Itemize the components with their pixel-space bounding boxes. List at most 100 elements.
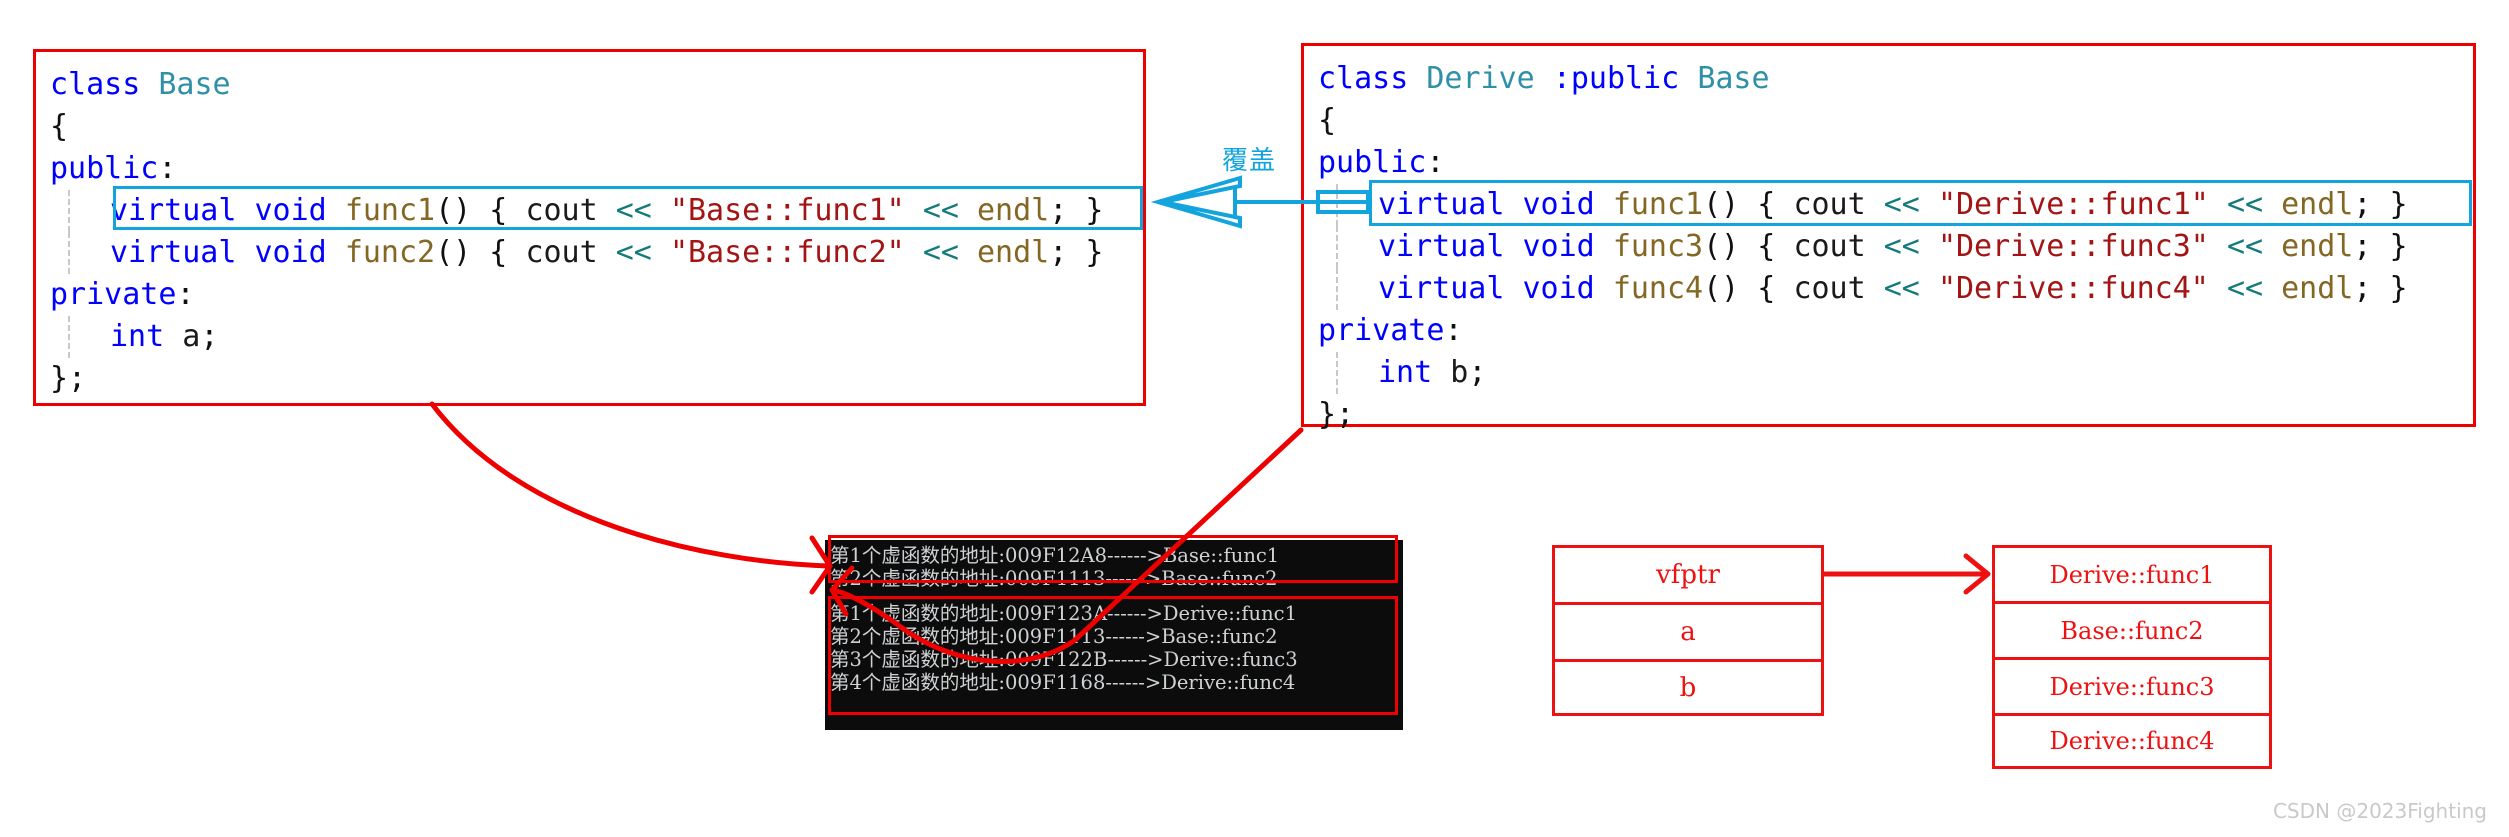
code-token-punc [1866, 187, 1884, 222]
object-layout-cell: vfptr [1552, 545, 1824, 602]
vtable-cell: Derive::func3 [1992, 657, 2272, 713]
code-token-punc: { [1318, 103, 1337, 138]
derive-class-code-body: class Derive :public Base{public: virtual… [1304, 46, 2473, 436]
code-token-punc [1866, 229, 1884, 264]
code-token-id: cout [1793, 271, 1866, 306]
base-line-l1: class Base [50, 64, 1143, 106]
code-token-kw: :public [1552, 61, 1680, 96]
base-line-l7: int a; [50, 316, 1143, 358]
indent-guide [1336, 226, 1338, 268]
code-token-kw: virtual [1378, 187, 1505, 222]
derive-line-r4: virtual void func1() { cout << "Derive::… [1318, 184, 2473, 226]
code-token-punc: ; } [2353, 229, 2408, 264]
vfptr-to-vtable-arrowhead [1963, 553, 1991, 595]
vtable-cell: Base::func2 [1992, 601, 2272, 657]
code-token-punc: () { [435, 235, 526, 270]
code-token-punc [1408, 61, 1426, 96]
base-class-code-panel: class Base{public: virtual void func1() {… [33, 49, 1146, 406]
console-output-window: 第1个虚函数的地址:009F12A8------>Base::func1 第2个虚… [825, 540, 1403, 730]
code-token-endl: endl [2281, 229, 2354, 264]
code-token-punc [652, 235, 670, 270]
indent-guide [68, 190, 70, 232]
code-token-punc [652, 193, 670, 228]
code-token-op: << [1883, 271, 1920, 306]
indent-guide [1336, 184, 1338, 226]
code-token-kw: virtual [110, 193, 237, 228]
derive-line-r9: }; [1318, 394, 2473, 436]
code-token-kw: void [254, 193, 327, 228]
code-token-op: << [1883, 187, 1920, 222]
console-derive-line: 第2个虚函数的地址:009F1113------>Base::func2 [830, 625, 1278, 648]
code-token-punc [140, 67, 158, 102]
code-token-punc [1920, 271, 1938, 306]
code-token-str: "Base::func2" [669, 235, 905, 270]
code-token-punc [164, 319, 182, 354]
code-token-punc [1595, 187, 1613, 222]
console-base-line: 第1个虚函数的地址:009F12A8------>Base::func1 [830, 544, 1280, 567]
code-token-punc [2209, 229, 2227, 264]
code-token-punc: ; } [1049, 235, 1104, 270]
code-token-kw: int [110, 319, 165, 354]
code-token-punc: : [1426, 145, 1445, 180]
code-token-punc: : [1444, 313, 1463, 348]
code-token-kw: void [1522, 187, 1595, 222]
code-token-punc [598, 193, 616, 228]
code-token-punc [905, 235, 923, 270]
code-token-punc [1504, 271, 1522, 306]
code-token-punc: : [176, 277, 195, 312]
code-token-punc [327, 193, 345, 228]
code-token-punc [2263, 271, 2281, 306]
code-token-punc [1920, 187, 1938, 222]
code-token-punc [1504, 187, 1522, 222]
code-token-punc: ; [200, 319, 219, 354]
code-token-punc [236, 193, 254, 228]
indent-guide [1336, 268, 1338, 310]
console-base-output-group: 第1个虚函数的地址:009F12A8------>Base::func1 第2个虚… [825, 543, 1283, 591]
object-layout-cell: b [1552, 659, 1824, 716]
code-token-kw: void [1522, 271, 1595, 306]
code-token-punc [1432, 355, 1450, 390]
code-token-kw: virtual [1378, 271, 1505, 306]
code-token-id: a [182, 319, 201, 354]
code-token-type: Base [1697, 61, 1770, 96]
code-token-punc [1504, 229, 1522, 264]
code-token-str: "Base::func1" [669, 193, 905, 228]
vtable-cell: Derive::func4 [1992, 713, 2272, 769]
derive-line-r3: public: [1318, 142, 2473, 184]
derive-line-r8: int b; [1318, 352, 2473, 394]
vtable-cell: Derive::func1 [1992, 545, 2272, 601]
code-token-op: << [615, 193, 652, 228]
base-line-l5: virtual void func2() { cout << "Base::fu… [50, 232, 1143, 274]
code-token-punc: () { [1703, 271, 1794, 306]
console-base-line: 第2个虚函数的地址:009F1113------>Base::func2 [830, 567, 1278, 590]
code-token-punc [1920, 229, 1938, 264]
code-token-punc [2209, 187, 2227, 222]
code-token-op: << [2226, 271, 2264, 306]
code-token-kw: int [1378, 355, 1433, 390]
code-token-endl: endl [977, 193, 1050, 228]
indent-guide [68, 316, 70, 358]
code-token-punc [236, 235, 254, 270]
code-token-id: cout [1793, 229, 1866, 264]
code-token-punc: () { [435, 193, 526, 228]
code-token-id: cout [525, 193, 598, 228]
virtual-function-table: Derive::func1 Base::func2 Derive::func3 Der… [1992, 545, 2272, 769]
override-annotation-label: 覆盖 [1222, 146, 1277, 176]
code-token-kw: virtual [1378, 229, 1505, 264]
code-token-punc [959, 235, 977, 270]
code-token-op: << [2226, 187, 2264, 222]
code-token-punc [1679, 61, 1697, 96]
code-token-kw: public [1318, 145, 1427, 180]
code-token-str: "Derive::func1" [1937, 187, 2209, 222]
code-token-punc [1866, 271, 1884, 306]
derive-line-r1: class Derive :public Base [1318, 58, 2473, 100]
base-class-code-body: class Base{public: virtual void func1() {… [36, 52, 1143, 400]
code-token-punc [598, 235, 616, 270]
csdn-watermark: CSDN @2023Fighting [2272, 799, 2487, 823]
object-layout-table: vfptr a b [1552, 545, 1824, 716]
code-token-punc: ; [1468, 355, 1487, 390]
indent-guide [68, 232, 70, 274]
code-token-op: << [922, 193, 959, 228]
derive-class-code-panel: class Derive :public Base{public: virtual… [1301, 43, 2476, 432]
code-token-punc: ; } [2353, 187, 2408, 222]
